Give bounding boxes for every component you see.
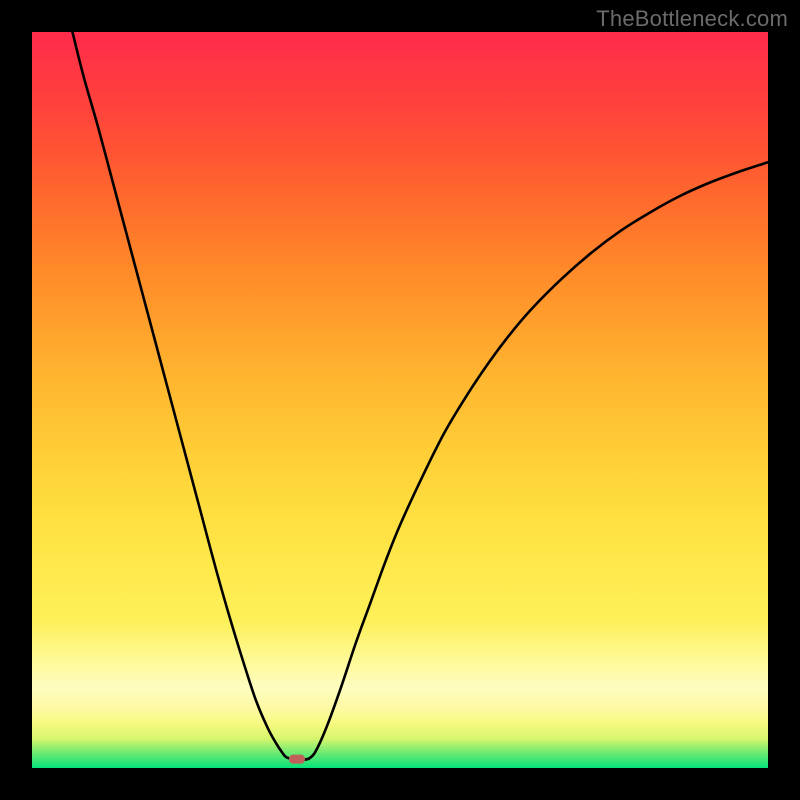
- chart-frame: TheBottleneck.com: [0, 0, 800, 800]
- watermark-text: TheBottleneck.com: [596, 6, 788, 32]
- curve-valley-floor: [292, 759, 309, 760]
- curve-group: [72, 32, 768, 764]
- curve-right-branch: [309, 162, 768, 759]
- curve-svg: [32, 32, 768, 768]
- valley-marker: [289, 755, 305, 764]
- plot-area: [32, 32, 768, 768]
- curve-left-branch: [72, 32, 291, 759]
